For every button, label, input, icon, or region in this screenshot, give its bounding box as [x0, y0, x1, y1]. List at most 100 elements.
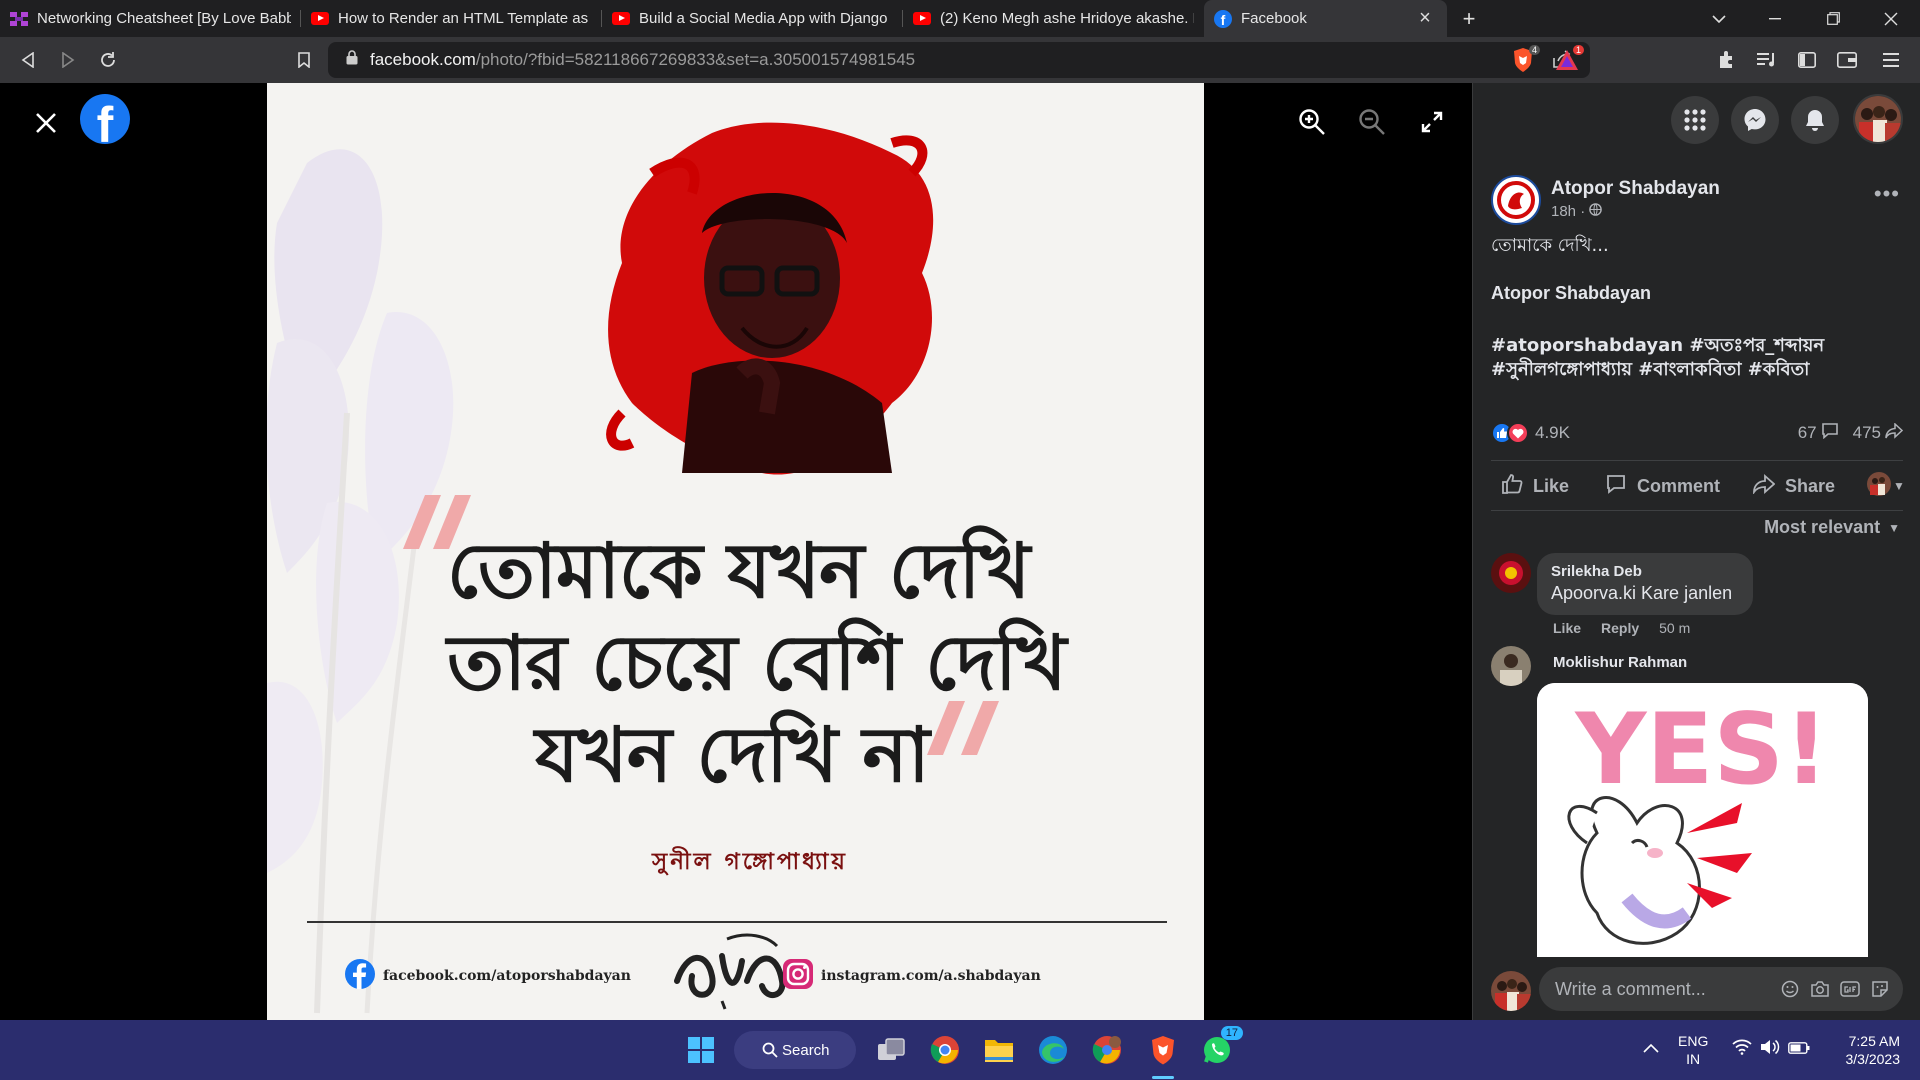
- youtube-icon: [612, 10, 630, 28]
- tab-social-media-app-django[interactable]: Build a Social Media App with Django: [602, 0, 903, 37]
- comment-sort-dropdown[interactable]: Most relevant ▼: [1764, 517, 1900, 538]
- file-explorer-icon[interactable]: [981, 1032, 1017, 1068]
- tab-networking-cheatsheet[interactable]: Networking Cheatsheet [By Love Babb: [0, 0, 301, 37]
- tab-title: (2) Keno Megh ashe Hridoye akashe. B: [940, 10, 1194, 27]
- chevron-up-icon[interactable]: [1643, 1040, 1659, 1058]
- address-bar[interactable]: facebook.com/photo/?fbid=582118667269833…: [328, 42, 1590, 78]
- gif-icon[interactable]: [1835, 974, 1865, 1004]
- messenger-icon[interactable]: [1731, 96, 1779, 144]
- tab-render-html-template[interactable]: How to Render an HTML Template as: [301, 0, 602, 37]
- reaction-summary-row: 4.9K 67 475: [1491, 420, 1904, 446]
- comment-author[interactable]: Srilekha Deb: [1551, 563, 1739, 580]
- sticker-icon[interactable]: [1865, 974, 1895, 1004]
- facebook-logo-icon[interactable]: f: [80, 94, 130, 144]
- comment-like-button[interactable]: Like: [1553, 620, 1581, 636]
- comment-author[interactable]: Moklishur Rahman: [1553, 654, 1687, 671]
- forward-icon[interactable]: [48, 42, 88, 78]
- commenter-avatar[interactable]: [1491, 646, 1531, 686]
- comments-count[interactable]: 67: [1798, 423, 1817, 443]
- comment-reply-button[interactable]: Reply: [1601, 620, 1639, 636]
- comment-text: Apoorva.ki Kare janlen: [1551, 583, 1733, 603]
- reactions-count[interactable]: 4.9K: [1535, 423, 1570, 443]
- caret-down-icon: ▼: [1893, 479, 1905, 493]
- instagram-icon: [783, 959, 813, 993]
- back-icon[interactable]: [8, 42, 48, 78]
- instagram-link: instagram.com/a.shabdayan: [783, 959, 1041, 993]
- tab-title: Networking Cheatsheet [By Love Babb: [37, 10, 291, 27]
- page-avatar[interactable]: [1491, 175, 1541, 225]
- new-tab-button[interactable]: +: [1447, 0, 1491, 37]
- account-avatar[interactable]: [1853, 94, 1903, 144]
- post-timestamp[interactable]: 18h ·: [1551, 203, 1603, 220]
- commenter-avatar[interactable]: [1491, 553, 1531, 593]
- wifi-icon[interactable]: [1732, 1039, 1752, 1060]
- restore-button[interactable]: [1804, 0, 1862, 37]
- brave-rewards-icon[interactable]: 1: [1552, 45, 1584, 75]
- facebook-icon: f: [1214, 9, 1232, 28]
- shares-count[interactable]: 475: [1853, 423, 1881, 443]
- comment-time[interactable]: 50 m: [1659, 620, 1690, 636]
- extensions-icon[interactable]: [1712, 45, 1742, 75]
- tab-search-chevron-icon[interactable]: [1690, 0, 1748, 37]
- browser-tab-strip: Networking Cheatsheet [By Love Babb How …: [0, 0, 1920, 37]
- playlist-icon[interactable]: [1752, 45, 1782, 75]
- share-button[interactable]: Share: [1753, 468, 1835, 504]
- menu-icon[interactable]: [1876, 45, 1906, 75]
- share-icon: [1753, 473, 1776, 499]
- quote-line-3: যখন দেখি না: [535, 710, 930, 799]
- comment-button[interactable]: Comment: [1605, 468, 1720, 504]
- gif-yes-text: YES!: [1574, 693, 1828, 807]
- whatsapp-icon[interactable]: 17: [1199, 1026, 1243, 1068]
- volume-icon[interactable]: [1760, 1039, 1780, 1060]
- reload-icon[interactable]: [88, 42, 128, 78]
- brave-shields-icon[interactable]: 4: [1508, 45, 1540, 75]
- close-icon[interactable]: [28, 105, 64, 141]
- close-window-button[interactable]: [1862, 0, 1920, 37]
- more-options-icon[interactable]: •••: [1874, 181, 1900, 207]
- tab-facebook[interactable]: f Facebook ×: [1204, 0, 1447, 37]
- fullscreen-icon[interactable]: [1416, 106, 1448, 138]
- lock-icon: [346, 50, 358, 70]
- menu-grid-icon[interactable]: [1671, 96, 1719, 144]
- tab-keno-megh[interactable]: (2) Keno Megh ashe Hridoye akashe. B: [903, 0, 1204, 37]
- your-avatar[interactable]: [1491, 971, 1531, 1011]
- youtube-icon: [913, 10, 931, 28]
- chrome-icon[interactable]: [927, 1032, 963, 1068]
- brave-browser-icon[interactable]: [1145, 1032, 1181, 1068]
- comment-icon: [1605, 473, 1627, 500]
- comment-input[interactable]: [1555, 978, 1775, 1000]
- facebook-icon: [345, 959, 375, 993]
- bookmark-icon[interactable]: [284, 42, 324, 78]
- shields-badge: 4: [1528, 45, 1540, 55]
- whatsapp-badge: 17: [1220, 1026, 1243, 1040]
- wallet-icon[interactable]: [1832, 45, 1862, 75]
- zoom-out-icon[interactable]: [1356, 106, 1388, 138]
- taskbar-search-button[interactable]: Search: [734, 1031, 856, 1069]
- comment-gif[interactable]: YES!: [1537, 683, 1868, 957]
- like-button[interactable]: Like: [1501, 468, 1569, 504]
- windows-start-icon[interactable]: [683, 1032, 719, 1068]
- battery-icon[interactable]: [1788, 1041, 1810, 1059]
- close-tab-icon[interactable]: ×: [1413, 7, 1437, 31]
- globe-icon: [1589, 203, 1603, 220]
- system-clock[interactable]: 7:25 AM 3/3/2023: [1820, 1032, 1901, 1068]
- youtube-icon: [311, 10, 329, 28]
- post-side-panel: Atopor Shabdayan 18h · ••• তোমাকে দেখি..…: [1472, 83, 1920, 1020]
- zoom-in-icon[interactable]: [1296, 106, 1328, 138]
- task-view-icon[interactable]: [873, 1032, 909, 1068]
- comment-label: Comment: [1637, 475, 1721, 496]
- page-name-link[interactable]: Atopor Shabdayan: [1551, 178, 1720, 200]
- sidebar-icon[interactable]: [1792, 45, 1822, 75]
- camera-icon[interactable]: [1805, 974, 1835, 1004]
- input-language-indicator[interactable]: ENG IN: [1678, 1032, 1708, 1068]
- comment-count-icon: [1821, 422, 1839, 444]
- edge-icon[interactable]: [1035, 1032, 1071, 1068]
- minimize-button[interactable]: [1746, 0, 1804, 37]
- post-hashtags-line-2[interactable]: #সুনীলগঙ্গোপাধ্যায় #বাংলাকবিতা #কবিতা: [1491, 355, 1809, 386]
- react-as-selector[interactable]: ▼: [1867, 468, 1905, 504]
- language-region: IN: [1686, 1051, 1701, 1067]
- share-count-icon: [1885, 421, 1904, 444]
- chrome-profile-icon[interactable]: [1089, 1032, 1125, 1068]
- emoji-icon[interactable]: [1775, 974, 1805, 1004]
- notifications-bell-icon[interactable]: [1791, 96, 1839, 144]
